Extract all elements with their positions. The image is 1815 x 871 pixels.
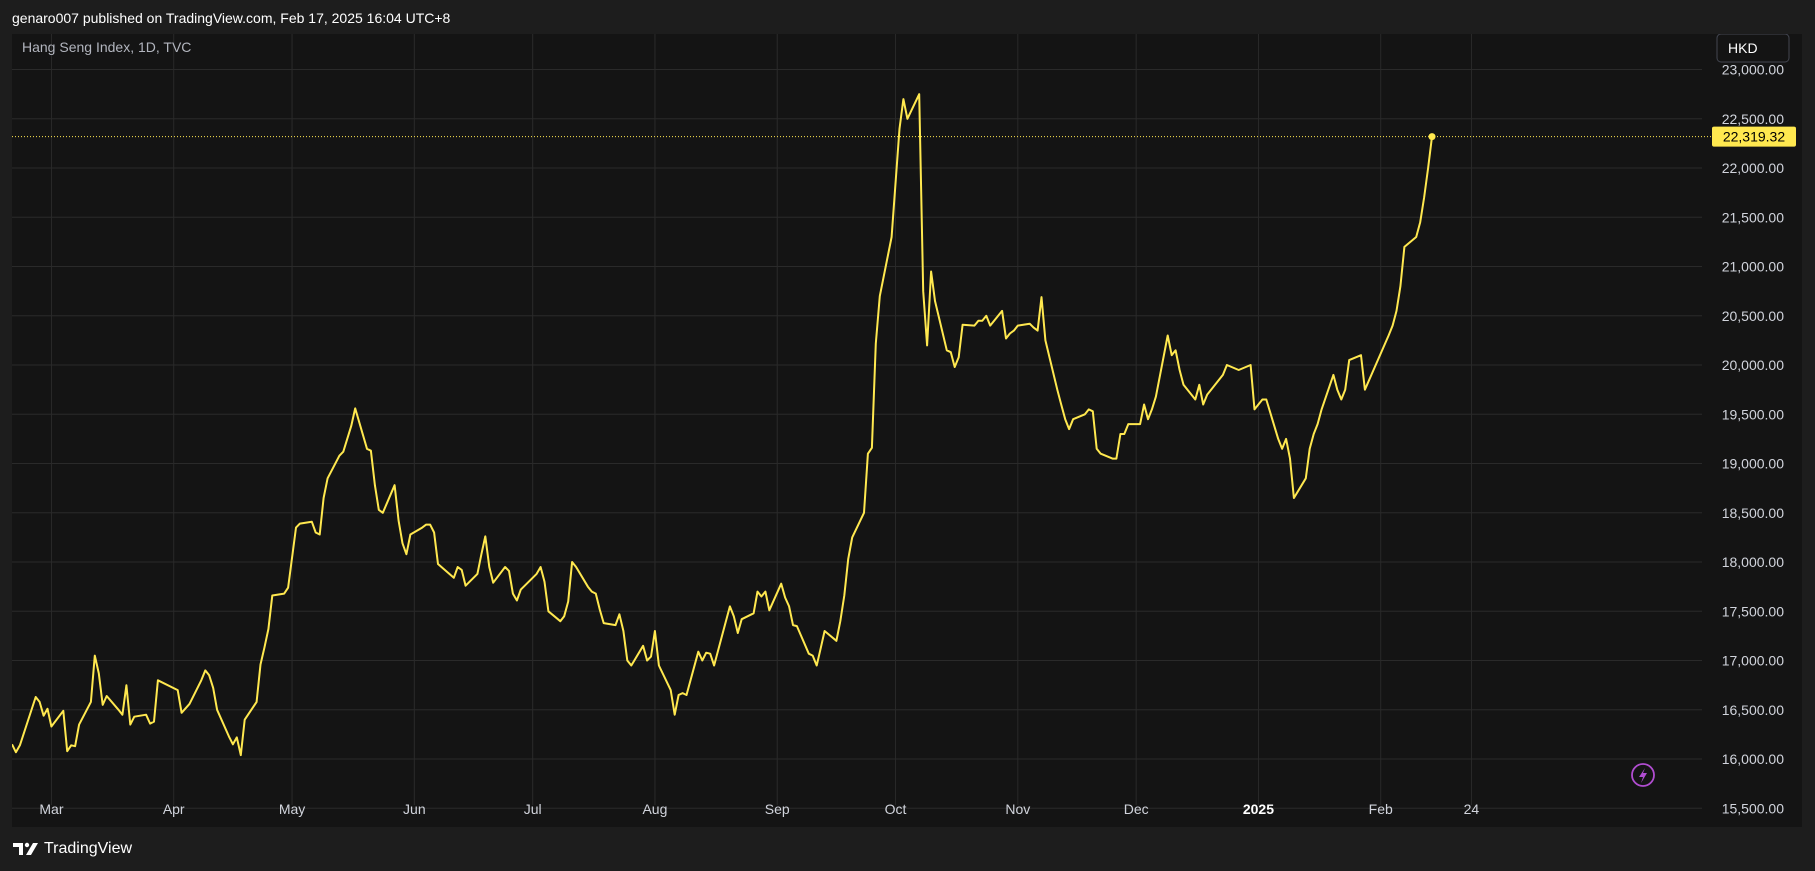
symbol-label: Hang Seng Index, 1D, TVC <box>22 39 191 55</box>
chart-background <box>12 34 1802 827</box>
y-tick-label: 18,000.00 <box>1722 554 1784 570</box>
currency-button[interactable]: HKD <box>1716 34 1790 63</box>
x-tick-label: 2025 <box>1243 801 1274 817</box>
tradingview-logo-icon[interactable] <box>12 841 40 857</box>
y-tick-label: 16,000.00 <box>1722 751 1784 767</box>
footer-brand[interactable]: TradingView <box>12 840 132 858</box>
x-tick-label: Feb <box>1369 801 1393 817</box>
y-tick-label: 20,000.00 <box>1722 357 1784 373</box>
x-tick-label: Nov <box>1005 801 1030 817</box>
currency-label[interactable]: HKD <box>1728 40 1758 56</box>
y-tick-label: 17,000.00 <box>1722 653 1784 669</box>
x-tick-label: Aug <box>642 801 667 817</box>
tradingview-brand-text[interactable]: TradingView <box>44 840 132 858</box>
y-tick-label: 21,500.00 <box>1722 209 1784 225</box>
y-tick-label: 20,500.00 <box>1722 308 1784 324</box>
y-tick-label: 23,000.00 <box>1722 62 1784 78</box>
x-tick-label: Mar <box>39 801 63 817</box>
x-tick-label: Dec <box>1124 801 1149 817</box>
y-tick-label: 16,500.00 <box>1722 702 1784 718</box>
chart-container[interactable]: Hang Seng Index, 1D, TVC 15,500.00 16,000… <box>12 34 1802 827</box>
x-tick-label: Jun <box>403 801 426 817</box>
y-tick-label: 15,500.00 <box>1722 800 1784 816</box>
x-tick-label: May <box>279 801 305 817</box>
x-tick-label: Oct <box>885 801 907 817</box>
price-chart[interactable]: Hang Seng Index, 1D, TVC 15,500.00 16,000… <box>12 34 1802 827</box>
y-tick-label: 19,500.00 <box>1722 406 1784 422</box>
x-tick-label: Jul <box>524 801 542 817</box>
last-price-label: 22,319.32 <box>1723 129 1785 145</box>
y-tick-label: 22,000.00 <box>1722 160 1784 176</box>
x-tick-label: Sep <box>765 801 790 817</box>
y-tick-label: 22,500.00 <box>1722 111 1784 127</box>
y-tick-label: 19,000.00 <box>1722 456 1784 472</box>
x-tick-label: 24 <box>1464 801 1480 817</box>
y-tick-label: 18,500.00 <box>1722 505 1784 521</box>
last-price-dot <box>1428 133 1436 141</box>
y-tick-label: 21,000.00 <box>1722 259 1784 275</box>
x-tick-label: Apr <box>163 801 185 817</box>
published-by-text: genaro007 published on TradingView.com, … <box>12 10 451 26</box>
y-tick-label: 17,500.00 <box>1722 603 1784 619</box>
